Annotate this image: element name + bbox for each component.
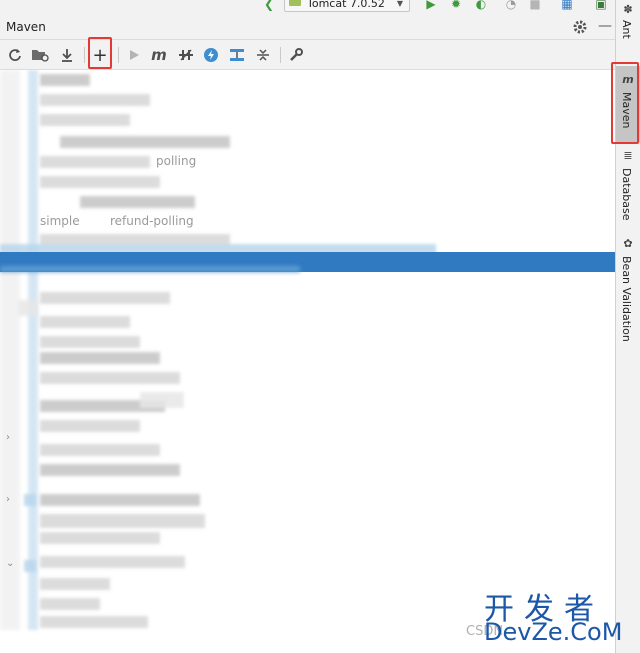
tree-row-blur xyxy=(60,136,230,148)
gear-icon[interactable] xyxy=(572,19,588,35)
tree-row-blur xyxy=(40,532,160,544)
lightning-icon[interactable] xyxy=(202,46,220,64)
tool-window-title: Maven xyxy=(6,20,46,34)
tree-item-text: refund-polling xyxy=(110,214,194,228)
run-toolbar: ❮ Tomcat 7.0.52 ▼ ▶ ✹ ◐ ◔ ■ ▦ ▣ xyxy=(0,0,615,14)
minimize-icon[interactable]: — xyxy=(598,19,612,35)
stripe-tab-ant[interactable]: ✽ Ant xyxy=(616,2,640,62)
tree-row-blur xyxy=(40,556,185,568)
tree-row-blur xyxy=(40,420,140,432)
offline-icon[interactable] xyxy=(177,46,195,64)
reload-icon[interactable] xyxy=(6,46,24,64)
tree-item-text: polling xyxy=(156,154,197,168)
tree-item-text: simple xyxy=(40,214,80,228)
chevron-down-icon: ▼ xyxy=(396,0,403,8)
toolbar-separator xyxy=(84,47,85,63)
toolbar-separator xyxy=(280,47,281,63)
maven-projects-tree[interactable]: polling simple refund-polling › › ⌄ xyxy=(0,70,615,653)
download-icon[interactable] xyxy=(58,46,76,64)
chevron-right-icon[interactable]: › xyxy=(6,494,10,505)
tree-row-blur xyxy=(40,292,170,304)
bean-validation-icon: ✿ xyxy=(623,237,633,250)
toolbar-separator xyxy=(118,47,119,63)
tree-row-blur xyxy=(40,176,160,188)
profile-icon[interactable]: ◔ xyxy=(504,0,518,11)
wrench-icon[interactable] xyxy=(287,46,305,64)
maven-module-icon xyxy=(24,560,36,572)
add-project-highlight xyxy=(88,37,112,69)
run-coverage-icon[interactable]: ◐ xyxy=(474,0,488,11)
collapse-icon[interactable] xyxy=(254,46,272,64)
run-configuration-select[interactable]: Tomcat 7.0.52 ▼ xyxy=(284,0,410,12)
tree-row-blur xyxy=(80,196,195,208)
run-configuration-label: Tomcat 7.0.52 xyxy=(307,0,385,10)
tree-row-blur xyxy=(40,156,150,168)
tree-row-blur xyxy=(40,372,180,384)
maven-m-icon[interactable]: m xyxy=(150,46,168,64)
tree-guide xyxy=(28,70,38,630)
chevron-right-icon[interactable]: › xyxy=(6,432,10,443)
tree-row-blur xyxy=(40,514,205,528)
ant-icon: ✽ xyxy=(623,3,633,16)
stop-icon[interactable]: ■ xyxy=(528,0,542,11)
maven-module-icon xyxy=(24,494,36,506)
tree-row-blur xyxy=(40,114,130,126)
stripe-tab-label: Ant xyxy=(620,20,633,39)
tree-row-blur xyxy=(0,266,300,272)
tree-row-blur xyxy=(40,336,140,348)
database-icon: ≣ xyxy=(623,149,633,162)
stripe-tab-label: Bean Validation xyxy=(620,256,633,342)
back-arrow-icon[interactable]: ❮ xyxy=(262,0,276,11)
maven-tab-highlight xyxy=(611,62,639,144)
toolbox-icon[interactable]: ▣ xyxy=(594,0,608,11)
tree-row-blur xyxy=(40,316,130,328)
tree-row-blur xyxy=(40,444,160,456)
run-icon[interactable]: ▶ xyxy=(424,0,438,11)
tree-row-blur xyxy=(40,616,148,628)
stripe-tab-bean-validation[interactable]: ✿ Bean Validation xyxy=(616,238,640,348)
debug-icon[interactable]: ✹ xyxy=(449,0,463,11)
project-structure-icon[interactable]: ▦ xyxy=(560,0,574,11)
tree-row-blur xyxy=(40,74,90,86)
tree-row-blur xyxy=(40,94,150,106)
stripe-tab-database[interactable]: ≣ Database xyxy=(616,150,640,230)
tree-row-blur xyxy=(140,392,184,408)
chevron-down-icon[interactable]: ⌄ xyxy=(6,558,14,569)
diagram-icon[interactable] xyxy=(228,46,246,64)
site-watermark-en: DevZe.CoM xyxy=(484,618,623,646)
tree-row-blur xyxy=(40,352,160,364)
tree-gutter xyxy=(0,70,20,630)
tomcat-icon xyxy=(289,0,301,6)
tree-node-icon-blur xyxy=(18,300,38,316)
folder-reload-icon[interactable] xyxy=(31,46,49,64)
tree-row-blur xyxy=(40,464,180,476)
stripe-tab-label: Database xyxy=(620,168,633,221)
tree-row-blur xyxy=(40,578,110,590)
play-icon[interactable] xyxy=(125,46,143,64)
tree-row-blur xyxy=(40,494,200,506)
tree-row-blur xyxy=(40,598,100,610)
